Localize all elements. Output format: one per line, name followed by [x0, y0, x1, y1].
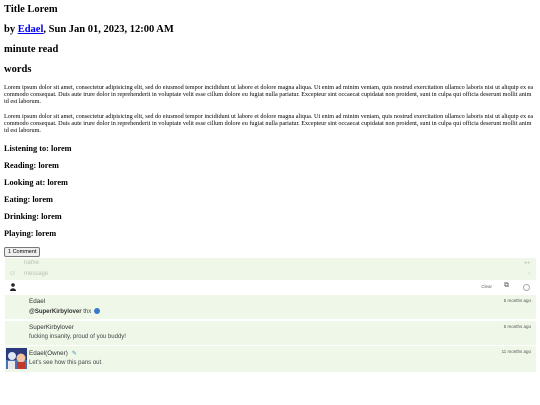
comment-text: fucking insanity, proud of you buddy!: [29, 334, 126, 340]
meta-reading: Reading: lorem: [4, 161, 59, 170]
meta-looking: Looking at: lorem: [4, 178, 68, 187]
avatar: [6, 348, 27, 369]
post-paragraph: Lorem ipsum dolor sit amet, consectetur …: [4, 113, 534, 134]
comment-time: 11 months ago: [501, 349, 531, 354]
clear-button[interactable]: Clear: [481, 284, 492, 289]
meta-playing: Playing: lorem: [4, 229, 57, 238]
comment-text: Let's see how this pans out: [29, 360, 102, 366]
message-field[interactable]: ☺ message ›: [5, 269, 536, 280]
smiley-icon[interactable]: ☺: [9, 270, 16, 277]
comment-item: Edael(Owner) ✎ 11 months ago Let's see ho…: [5, 346, 536, 372]
comment-time: 5 months ago: [503, 298, 531, 303]
comment-author: Edael(Owner) ✎: [29, 350, 77, 357]
edit-icon[interactable]: ✎: [72, 351, 77, 357]
post-byline: by Edael, Sun Jan 01, 2023, 12:00 AM: [4, 24, 174, 35]
post-title: Title Lorem: [4, 4, 58, 15]
comment-toolbar: Clear ⧉: [5, 280, 536, 294]
incognito-icon: ●●: [523, 260, 530, 266]
message-placeholder: message: [24, 271, 49, 277]
comment-mention[interactable]: @SuperKirbylover: [29, 309, 82, 315]
post-date: , Sun Jan 01, 2023, 12:00 AM: [43, 24, 174, 35]
comment-text: @SuperKirbylover thx: [29, 308, 100, 315]
comment-author: SuperKirbylover: [29, 324, 74, 331]
meta-drinking: Drinking: lorem: [4, 212, 62, 221]
meta-eating: Eating: lorem: [4, 195, 53, 204]
option-radio[interactable]: [523, 284, 530, 291]
word-count: words: [4, 64, 32, 75]
comment-body: thx: [81, 309, 93, 315]
comment-item: Edael 5 months ago @SuperKirbylover thx: [5, 295, 536, 319]
byline-prefix: by: [4, 24, 18, 35]
name-placeholder: name: [24, 260, 40, 266]
author-link[interactable]: Edael: [18, 24, 44, 35]
name-field[interactable]: name ●●: [5, 258, 536, 269]
post-paragraph: Lorem ipsum dolor sit amet, consectetur …: [4, 84, 534, 105]
comment-author-name: Edael(Owner): [29, 350, 68, 357]
comment-item: SuperKirbylover 5 months ago fucking ins…: [5, 321, 536, 345]
globe-emoji-icon: [93, 308, 100, 314]
send-icon[interactable]: ›: [528, 271, 530, 277]
user-icon[interactable]: [10, 283, 16, 291]
popout-icon[interactable]: ⧉: [504, 282, 509, 290]
comment-time: 5 months ago: [503, 324, 531, 329]
meta-listening: Listening to: lorem: [4, 144, 72, 153]
comment-author: Edael: [29, 298, 46, 305]
read-time: minute read: [4, 44, 59, 55]
comments-toggle-button[interactable]: 1 Comment: [4, 247, 41, 257]
